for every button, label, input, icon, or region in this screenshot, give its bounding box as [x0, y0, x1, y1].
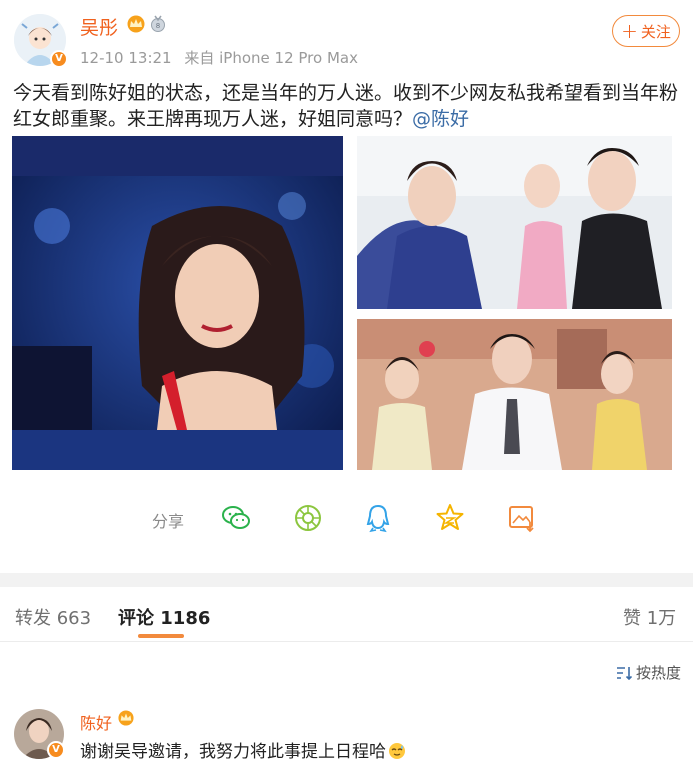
- sweat-emoji-icon: [389, 743, 405, 759]
- post-header: V 吴彤 8 12-10 13:21 来自 iPhone 12 Pro Max …: [0, 0, 693, 74]
- post-meta: 12-10 13:21 来自 iPhone 12 Pro Max: [80, 47, 366, 68]
- tab-reposts[interactable]: 转发 663: [15, 604, 91, 630]
- tab-likes-count: 1万: [646, 608, 677, 629]
- wechat-icon[interactable]: [220, 502, 252, 534]
- tab-reposts-count: 663: [56, 608, 92, 629]
- author-name[interactable]: 吴彤: [80, 13, 118, 40]
- tab-likes[interactable]: 赞 1万: [623, 604, 676, 630]
- tab-comments[interactable]: 评论 1186: [118, 604, 210, 630]
- share-label: 分享: [152, 512, 185, 531]
- medal-icon: 8: [151, 15, 165, 32]
- post-text: 今天看到陈好姐的状态，还是当年的万人迷。收到不少网友私我希望看到当年粉红女郎重聚…: [13, 82, 679, 130]
- plus-icon: +: [621, 19, 638, 43]
- vip-crown-icon: [127, 15, 145, 33]
- follow-label: 关注: [640, 22, 671, 41]
- active-tab-indicator: [138, 634, 184, 638]
- qq-icon[interactable]: [362, 502, 394, 534]
- tab-comments-count: 1186: [160, 608, 211, 629]
- commenter-vip-crown-icon: [118, 710, 134, 726]
- tab-likes-label: 赞: [623, 608, 641, 629]
- save-image-icon[interactable]: [506, 502, 538, 534]
- comment-item: V 陈好 谢谢吴导邀请，我努力将此事提上日程哈: [0, 700, 693, 765]
- tab-bar: 转发 663 评论 1186 赞 1万: [0, 587, 693, 642]
- svg-text:8: 8: [156, 22, 160, 30]
- sort-toggle[interactable]: 按热度: [616, 662, 681, 683]
- post-source: 来自 iPhone 12 Pro Max: [184, 49, 358, 67]
- post-image-1[interactable]: [12, 136, 343, 470]
- tab-comments-label: 评论: [118, 608, 154, 629]
- tab-reposts-label: 转发: [15, 608, 51, 629]
- sort-icon: [616, 666, 632, 680]
- follow-button[interactable]: + 关注: [612, 15, 680, 47]
- section-divider: [0, 573, 693, 587]
- qzone-icon[interactable]: [434, 502, 466, 534]
- post-image-3[interactable]: [357, 319, 672, 470]
- commenter-name[interactable]: 陈好: [80, 710, 112, 734]
- post-time: 12-10 13:21: [80, 49, 172, 67]
- comment-text: 谢谢吴导邀请，我努力将此事提上日程哈: [80, 737, 406, 762]
- moments-icon[interactable]: [292, 502, 324, 534]
- post-image-2[interactable]: [357, 136, 672, 309]
- post-body: 今天看到陈好姐的状态，还是当年的万人迷。收到不少网友私我希望看到当年粉红女郎重聚…: [13, 80, 681, 132]
- comment-body: 谢谢吴导邀请，我努力将此事提上日程哈: [80, 742, 386, 762]
- sort-label: 按热度: [635, 664, 681, 682]
- verified-badge-icon: V: [50, 50, 68, 68]
- share-row: 分享: [0, 500, 693, 538]
- mention-link[interactable]: @陈好: [412, 108, 469, 130]
- commenter-verified-badge-icon: V: [47, 741, 65, 759]
- image-grid: [0, 136, 693, 470]
